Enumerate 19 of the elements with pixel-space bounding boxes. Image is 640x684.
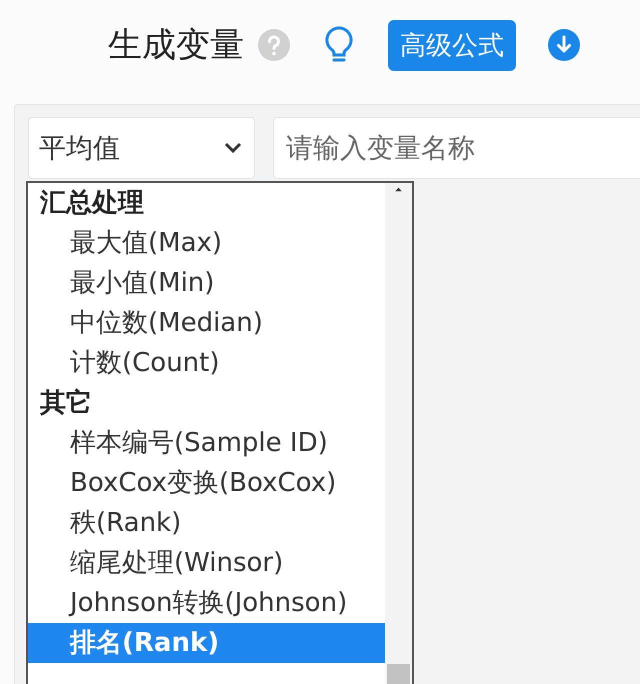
advanced-formula-button[interactable]: 高级公式	[388, 20, 516, 70]
dropdown-option[interactable]: 最小值(Min)	[28, 263, 385, 303]
scrollbar[interactable]	[385, 183, 412, 684]
dropdown-option[interactable]: 秩(Rank)	[28, 503, 385, 543]
dropdown-option[interactable]: Johnson转换(Johnson)	[28, 583, 385, 623]
dropdown-option[interactable]: 计数(Count)	[28, 343, 385, 383]
variable-name-field[interactable]: 请输入变量名称	[273, 117, 640, 179]
dropdown-option[interactable]: 样本编号(Sample ID)	[28, 423, 385, 463]
dropdown-option[interactable]: 中位数(Median)	[28, 303, 385, 343]
group-label: 其它	[39, 387, 93, 420]
dropdown-option[interactable]: BoxCox变换(BoxCox)	[28, 463, 385, 503]
dropdown-option[interactable]: 排名(Rank)	[28, 623, 385, 663]
download-icon[interactable]	[548, 29, 580, 61]
page-title: 生成变量	[108, 24, 244, 67]
group-label: 汇总处理	[38, 187, 145, 220]
chevron-icon	[224, 142, 242, 154]
dropdown-option[interactable]: 缩尾处理(Winsor)	[28, 543, 385, 583]
function-select[interactable]: 平均值	[28, 117, 255, 179]
dropdown-option[interactable]: 最大值(Max)	[28, 223, 385, 263]
